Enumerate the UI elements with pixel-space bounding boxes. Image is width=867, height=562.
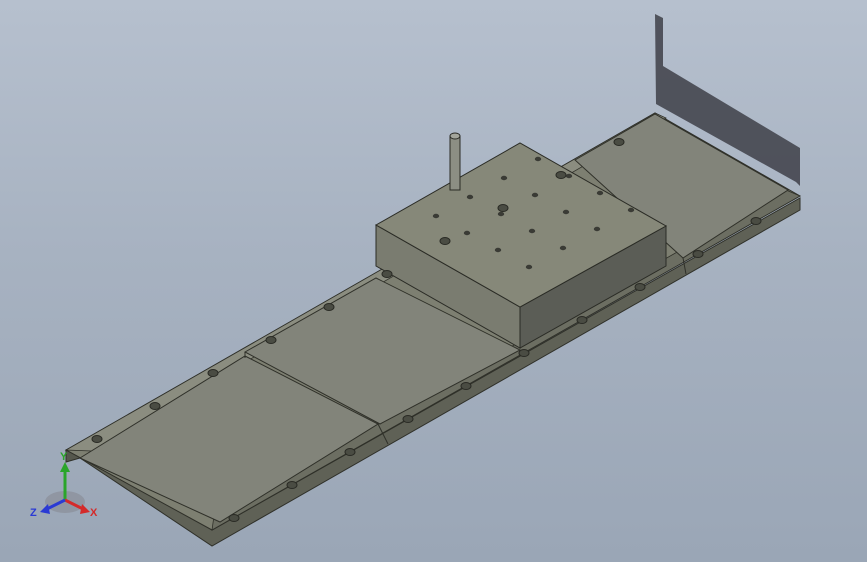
rail-hole-right: [460, 382, 472, 390]
triad-y-label: Y: [60, 451, 68, 463]
rail-hole-right: [518, 349, 530, 357]
carriage-hole: [596, 190, 604, 196]
rail-hole-left: [555, 171, 567, 179]
carriage-hole: [565, 173, 573, 179]
rail-hole-right: [344, 448, 356, 456]
rail-hole-left: [497, 204, 509, 212]
rail-hole-left: [323, 303, 335, 311]
carriage-hole: [466, 194, 474, 200]
rail-hole-right: [750, 217, 762, 225]
rail-hole-left: [439, 237, 451, 245]
carriage-hole: [494, 247, 502, 253]
carriage-hole: [593, 226, 601, 232]
carriage-hole: [531, 192, 539, 198]
rail-hole-right: [576, 316, 588, 324]
rail-hole-right: [634, 283, 646, 291]
carriage-hole: [463, 230, 471, 236]
rail-hole-right: [228, 514, 240, 522]
carriage-hole: [525, 264, 533, 270]
rail-hole-right: [692, 250, 704, 258]
carriage-hole: [627, 207, 635, 213]
carriage-hole: [562, 209, 570, 215]
carriage-hole: [559, 245, 567, 251]
rail-hole-right: [402, 415, 414, 423]
carriage-hole: [432, 213, 440, 219]
locating-pin-top: [449, 132, 461, 140]
rail-hole-left: [381, 270, 393, 278]
model-scene[interactable]: Y X Z: [0, 0, 867, 562]
rail-hole-left: [207, 369, 219, 377]
rail-hole-right: [286, 481, 298, 489]
carriage-hole: [497, 211, 505, 217]
triad-z-label: Z: [30, 507, 37, 519]
triad-y-arrow: [60, 462, 70, 472]
carriage-hole: [534, 156, 542, 162]
carriage-hole: [528, 228, 536, 234]
rail-hole-left: [265, 336, 277, 344]
rail-hole-left: [91, 435, 103, 443]
carriage-hole: [500, 175, 508, 181]
3d-viewport[interactable]: Y X Z: [0, 0, 867, 562]
rail-hole-left: [613, 138, 625, 146]
rail-hole-left: [149, 402, 161, 410]
locating-pin: [449, 135, 461, 191]
triad-x-label: X: [90, 507, 98, 519]
